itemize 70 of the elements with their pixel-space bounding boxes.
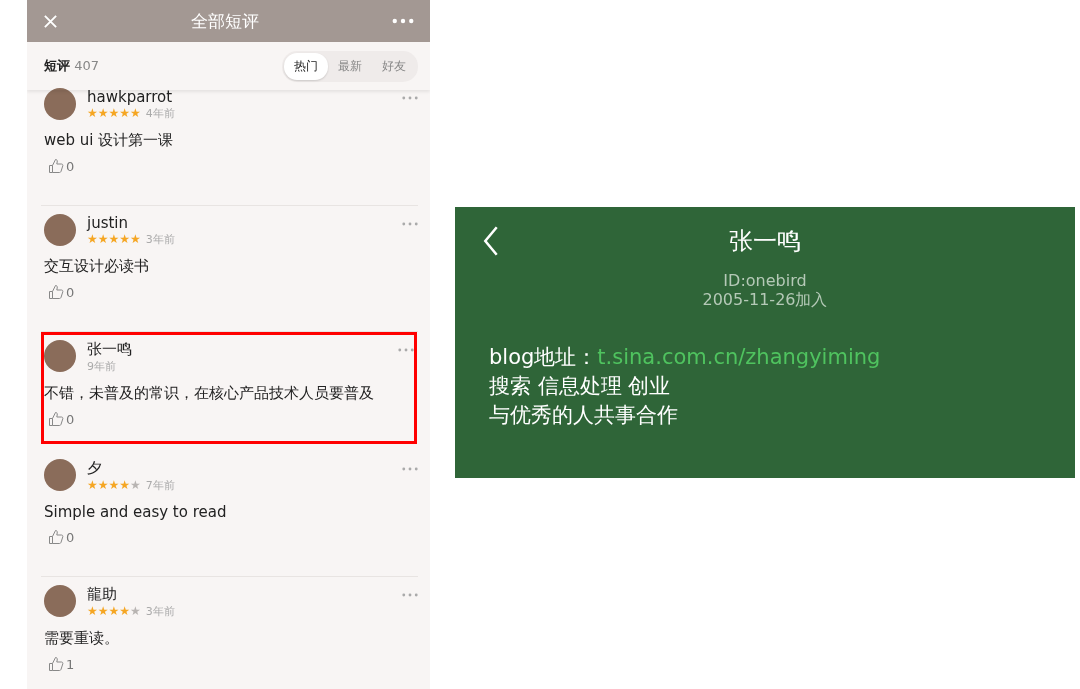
star-icon: ★ [87, 605, 98, 618]
avatar-placeholder [44, 585, 76, 617]
screen-title: 全部短评 [191, 9, 259, 33]
star-icon: ★ [130, 479, 141, 492]
star-icon: ★ [97, 479, 109, 492]
star-icon: ★ [130, 233, 141, 246]
review-text: Simple and easy to read [44, 503, 228, 521]
blog-link[interactable]: t.sina.com.cn/zhangyiming [597, 345, 881, 369]
more-icon[interactable] [402, 467, 418, 471]
more-icon[interactable] [398, 348, 414, 352]
star-icon: ★ [130, 605, 141, 618]
star-icon: ★ [97, 605, 109, 618]
review-time: 4年前 [145, 106, 175, 121]
star-icon: ★ [87, 233, 98, 246]
avatar-placeholder [44, 88, 76, 120]
review-time: 3年前 [145, 604, 175, 619]
review-text: 交互设计必读书 [44, 257, 150, 276]
star-icon: ★ [108, 107, 120, 120]
user-name: 夕 [87, 459, 103, 478]
sort-tab[interactable]: 最新 [328, 52, 372, 80]
blog-label: blog地址： [489, 345, 598, 369]
bio-line: 搜索 信息处理 创业 [489, 373, 672, 400]
user-id: ID:onebird [723, 271, 807, 290]
star-icon: ★ [119, 479, 131, 492]
join-date: 2005-11-26加入 [702, 290, 828, 311]
user-name: 龍助 [87, 585, 118, 604]
thumbs-up-icon[interactable] [48, 529, 64, 545]
like-count: 1 [66, 656, 75, 672]
thumbs-up-icon[interactable] [48, 284, 64, 300]
like-count: 0 [66, 529, 75, 545]
review-text: 不错，未普及的常识，在核心产品技术人员要普及 [44, 384, 375, 403]
user-name: 张一鸣 [87, 340, 133, 359]
user-name: hawkparrot [87, 88, 174, 106]
sort-tab[interactable]: 好友 [372, 52, 416, 80]
more-icon[interactable] [402, 222, 418, 226]
star-icon: ★ [119, 233, 131, 246]
review-time: 3年前 [145, 232, 175, 247]
star-icon: ★ [130, 107, 141, 120]
sort-tab[interactable]: 热门 [284, 52, 328, 80]
avatar-placeholder [44, 459, 76, 491]
star-icon: ★ [108, 479, 120, 492]
close-icon[interactable] [43, 13, 58, 29]
thumbs-up-icon[interactable] [48, 411, 64, 427]
thumbs-up-icon[interactable] [48, 158, 64, 174]
like-count: 0 [66, 411, 75, 427]
star-icon: ★ [97, 233, 109, 246]
more-icon[interactable] [402, 593, 418, 597]
star-icon: ★ [108, 233, 120, 246]
like-count: 0 [66, 158, 75, 174]
review-text: 需要重读。 [44, 629, 120, 648]
avatar-placeholder [44, 340, 76, 372]
like-count: 0 [66, 284, 75, 300]
star-icon: ★ [87, 479, 98, 492]
review-time: 9年前 [87, 359, 116, 374]
section-label: 短评 407 [44, 57, 99, 75]
star-icon: ★ [97, 107, 109, 120]
star-icon: ★ [87, 107, 98, 120]
back-icon[interactable] [483, 225, 499, 257]
user-name: justin [87, 214, 130, 232]
star-icon: ★ [108, 605, 120, 618]
review-time: 7年前 [145, 478, 175, 493]
bio-line: 与优秀的人共事合作 [489, 402, 679, 429]
more-icon[interactable] [402, 96, 418, 100]
review-text: web ui 设计第一课 [44, 131, 175, 150]
profile-name: 张一鸣 [729, 226, 801, 257]
star-icon: ★ [119, 605, 131, 618]
star-icon: ★ [119, 107, 131, 120]
avatar-placeholder [44, 214, 76, 246]
more-icon[interactable] [392, 18, 414, 24]
thumbs-up-icon[interactable] [48, 656, 64, 672]
